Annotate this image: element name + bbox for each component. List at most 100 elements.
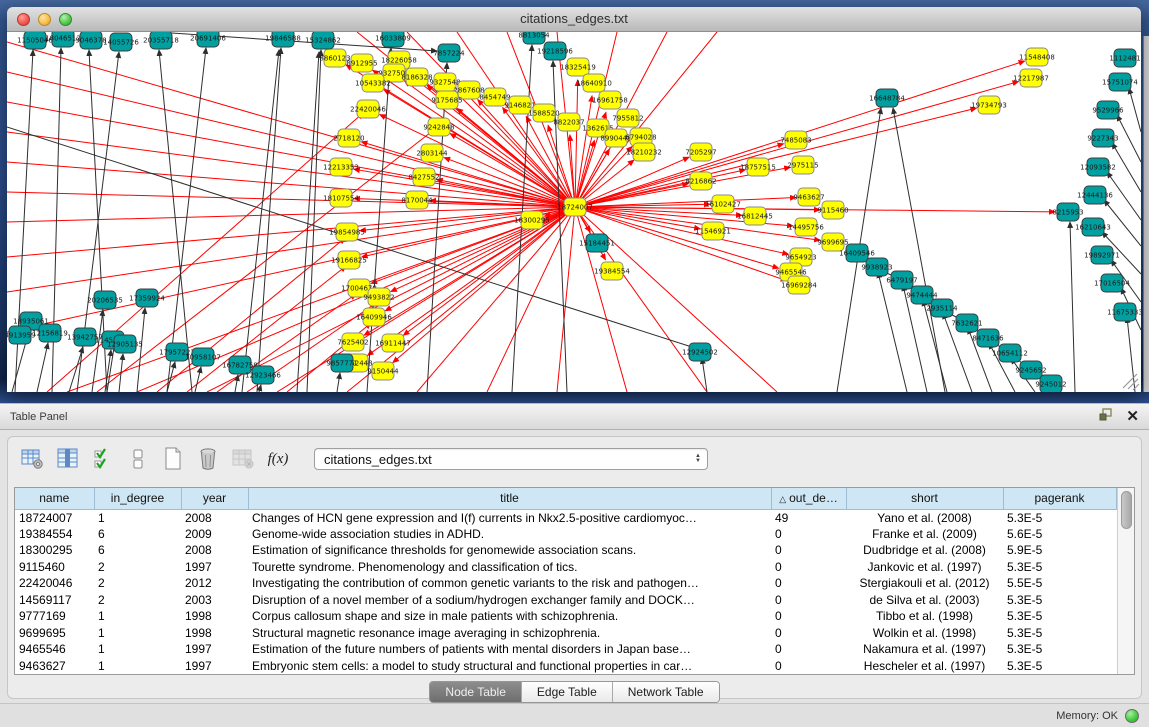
tab-network-table[interactable]: Network Table [612,682,719,702]
graph-node[interactable]: 16102427 [705,195,741,213]
network-window-titlebar[interactable]: citations_edges.txt [7,7,1141,32]
graph-node[interactable]: 9699695 [817,233,848,251]
graph-node[interactable]: 15184451 [579,234,615,252]
graph-node[interactable]: 9242848 [423,118,454,136]
graph-node[interactable]: 11546921 [695,222,731,240]
graph-node[interactable]: 9938923 [861,258,892,276]
graph-node[interactable]: 19846588 [265,32,301,47]
table-scrollbar[interactable] [1117,488,1135,674]
graph-node[interactable]: 16911447 [375,334,411,352]
graph-node[interactable]: 20355718 [143,32,179,49]
graph-node[interactable]: 15324862 [305,32,341,49]
graph-node[interactable]: 16210643 [1075,218,1111,236]
column-header-in_degree[interactable]: in_degree [94,488,181,509]
graph-node[interactable]: 12093582 [1080,158,1116,176]
graph-node[interactable]: 7857224 [433,44,465,62]
column-header-short[interactable]: short [846,488,1003,509]
graph-node[interactable]: 11548408 [1019,48,1055,66]
table-column-icon[interactable] [55,447,81,471]
graph-node[interactable]: 19218596 [537,42,573,60]
graph-node[interactable]: 8822037 [553,113,584,131]
column-header-year[interactable]: year [181,488,248,509]
network-canvas[interactable]: 1872400718300295193845548860123891295518… [7,32,1141,392]
graph-node[interactable]: 16033809 [375,32,411,47]
graph-node[interactable]: 9175685 [431,91,462,109]
graph-node[interactable]: 1112481 [1109,49,1140,67]
graph-node[interactable]: 8471636 [972,329,1004,347]
graph-node[interactable]: 9227343 [1087,129,1118,147]
float-panel-icon[interactable] [1099,408,1114,426]
column-header-name[interactable]: name [15,488,94,509]
graph-node[interactable]: 2803144 [416,144,448,162]
graph-node[interactable]: 2935114 [926,299,958,317]
graph-node[interactable]: 9115460 [817,201,848,219]
network-window[interactable]: citations_edges.txt 18724007183002951938… [7,7,1141,392]
scrollbar-thumb[interactable] [1121,491,1132,529]
table-row[interactable]: 911546021997Tourette syndrome. Phenomeno… [15,559,1116,576]
graph-node[interactable]: 8813054 [518,32,550,44]
function-builder-icon[interactable]: f(x) [265,447,291,471]
table-row[interactable]: 969969511998Structural magnetic resonanc… [15,625,1116,642]
select-columns-icon[interactable] [90,447,116,471]
tab-edge-table[interactable]: Edge Table [521,682,612,702]
graph-node[interactable]: 7955812 [612,109,643,127]
graph-node[interactable]: 8427552 [408,168,439,186]
new-table-icon[interactable] [160,447,186,471]
graph-node[interactable]: 15751074 [1102,73,1138,91]
network-graph[interactable]: 1872400718300295193845548860123891295518… [7,32,1141,392]
graph-node[interactable]: 7205297 [685,143,716,161]
tab-node-table[interactable]: Node Table [430,682,521,702]
graph-node[interactable]: 9857771 [326,354,357,372]
table-row[interactable]: 1872400712008Changes of HCN gene express… [15,509,1116,526]
graph-node[interactable]: 9529966 [1092,101,1124,119]
graph-node[interactable]: 20691406 [190,32,226,47]
graph-node[interactable]: 2975115 [787,156,818,174]
column-header-out_de[interactable]: △out_de… [771,488,846,509]
graph-node[interactable]: 19892971 [1084,246,1120,264]
graph-node[interactable]: 7485083 [780,131,811,149]
graph-node[interactable]: 8170044 [401,191,433,209]
graph-node[interactable]: 9245012 [1035,375,1066,392]
graph-node[interactable]: 17016504 [1094,274,1130,292]
graph-node[interactable]: 9150444 [367,362,399,380]
graph-node[interactable]: 19734793 [971,96,1007,114]
graph-node[interactable]: 18325419 [560,58,596,76]
graph-node[interactable]: 9463627 [793,188,824,206]
table-row[interactable]: 1456911722003Disruption of a novel membe… [15,592,1116,609]
close-icon[interactable]: ✕ [1126,409,1139,424]
resize-grip-icon[interactable] [1123,374,1139,390]
column-header-title[interactable]: title [248,488,771,509]
graph-node[interactable]: 9493822 [363,288,394,306]
graph-node[interactable]: 8216862 [685,172,716,190]
graph-node[interactable]: 2718120 [333,129,364,147]
table-row[interactable]: 946362711997Embryonic stem cells: a mode… [15,658,1116,675]
column-header-pagerank[interactable]: pagerank [1003,488,1116,509]
graph-node[interactable]: 18757515 [740,158,776,176]
table-row[interactable]: 1830029562008Estimation of significance … [15,542,1116,559]
table-settings-icon[interactable] [20,447,46,471]
table-row[interactable]: 946554611997Estimation of the future num… [15,641,1116,658]
graph-node[interactable]: 14495756 [788,218,824,236]
graph-node[interactable]: 7632621 [951,314,982,332]
node-attribute-table[interactable]: namein_degreeyeartitle△out_de…shortpager… [15,488,1117,674]
graph-node[interactable]: 8215953 [1052,203,1083,221]
row-height-icon[interactable] [125,447,151,471]
table-selector-dropdown[interactable]: citations_edges.txt ▲▼ [314,448,708,470]
graph-node[interactable]: 8186328 [401,68,432,86]
graph-node[interactable]: 7625402 [337,333,368,351]
table-row[interactable]: 1938455462009Genome-wide association stu… [15,526,1116,543]
graph-node[interactable]: 20206535 [87,291,123,309]
graph-node[interactable]: 12444136 [1077,186,1113,204]
table-header-row[interactable]: namein_degreeyeartitle△out_de…shortpager… [15,488,1116,509]
graph-node[interactable]: 12213353 [323,158,359,176]
graph-node[interactable]: 11675333 [1107,303,1141,321]
table-row[interactable]: 2242004622012Investigating the contribut… [15,575,1116,592]
table-row[interactable]: 977716911998Corpus callosum shape and si… [15,608,1116,625]
graph-node[interactable]: 12217987 [1013,69,1049,87]
delete-attribute-icon[interactable] [195,447,221,471]
graph-node[interactable]: 14055726 [103,33,139,51]
graph-node[interactable]: 8912955 [346,54,377,72]
graph-node[interactable]: 16961758 [592,91,628,109]
graph-node[interactable]: 18210232 [626,143,662,161]
graph-node[interactable]: 16648784 [869,89,905,107]
